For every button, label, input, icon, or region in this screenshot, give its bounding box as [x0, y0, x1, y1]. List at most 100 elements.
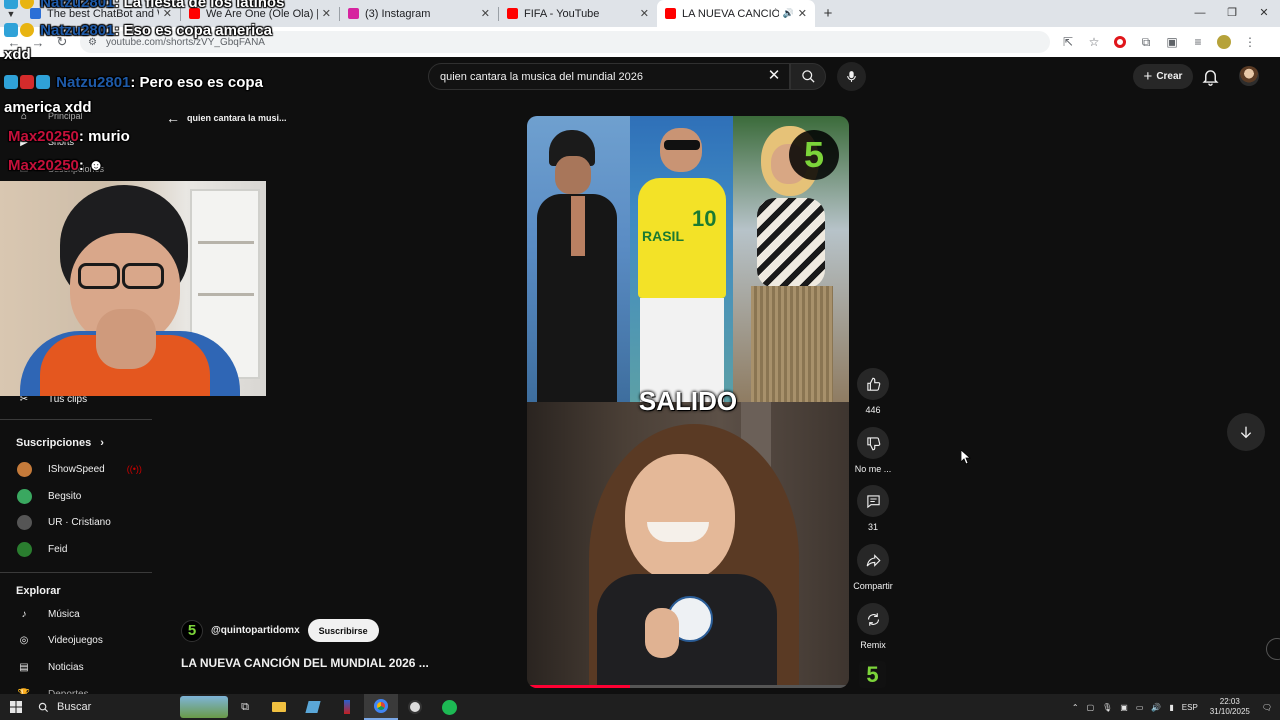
menu-kebab-icon[interactable]: ⋮: [1237, 35, 1263, 49]
channel-avatar: [16, 514, 32, 530]
chat-text: :: [78, 157, 84, 174]
sidebar-channel-feid[interactable]: Feid: [0, 536, 152, 562]
clock-time: 22:03: [1219, 697, 1240, 706]
tray-app-icon[interactable]: ▢: [1083, 703, 1099, 712]
chat-message: Natzu2801: Eso es copa america: [4, 22, 272, 39]
volume-icon[interactable]: 🔊: [1147, 703, 1165, 712]
window-controls: — ❐ ✕: [1184, 0, 1280, 27]
obs-studio-icon[interactable]: [398, 694, 432, 720]
channel-name: Feid: [48, 543, 68, 555]
chat-badge-icon: [36, 75, 50, 89]
network-icon[interactable]: ▭: [1132, 703, 1148, 712]
file-explorer-icon[interactable]: [262, 694, 296, 720]
chat-badge-icon: [20, 23, 34, 37]
task-view-icon[interactable]: ⧉: [228, 694, 262, 720]
performer-3-image: 5: [733, 116, 849, 402]
tab-close-icon[interactable]: ✕: [798, 7, 807, 20]
performer-1-image: [527, 116, 630, 404]
chat-text: : murio: [78, 128, 130, 145]
browser-tab-4[interactable]: FIFA - YouTube ✕: [499, 0, 657, 27]
sidebar-item-gaming[interactable]: ◎ Videojuegos: [0, 627, 152, 653]
cast-icon[interactable]: ▣: [1159, 35, 1185, 49]
channel-logo-thumb[interactable]: 5: [859, 661, 886, 688]
tab-close-icon[interactable]: ✕: [481, 7, 490, 20]
search-input[interactable]: quien cantara la musica del mundial 2026: [428, 63, 790, 90]
sidebar-divider: [0, 572, 152, 573]
back-arrow-icon: ←: [166, 110, 180, 126]
subscriptions-heading[interactable]: Suscripciones ›: [16, 437, 104, 449]
media-control-icon[interactable]: ≡: [1185, 35, 1211, 49]
side-panel-toggle[interactable]: [1266, 638, 1280, 660]
browser-tab-3[interactable]: (3) Instagram ✕: [340, 0, 498, 27]
comments-button[interactable]: 31: [852, 485, 894, 532]
app-icon[interactable]: [296, 694, 330, 720]
create-button[interactable]: + Crear: [1133, 64, 1193, 89]
spotify-icon[interactable]: [432, 694, 466, 720]
short-video-player[interactable]: RASIL 10 5 SALIDO: [527, 116, 849, 688]
subscribe-button[interactable]: Suscribirse: [307, 619, 379, 642]
chat-message-continued: xdd: [4, 46, 31, 63]
account-avatar[interactable]: [1239, 66, 1259, 86]
video-title[interactable]: LA NUEVA CANCIÓN DEL MUNDIAL 2026 ...: [181, 656, 429, 670]
channel-avatar: [16, 461, 32, 477]
camera-tray-icon[interactable]: ▣: [1116, 703, 1132, 712]
sidebar-item-music[interactable]: ♪ Música: [0, 601, 152, 627]
language-indicator[interactable]: ESP: [1178, 703, 1202, 712]
new-tab-button[interactable]: +: [815, 5, 841, 22]
taskbar-search-box[interactable]: Buscar: [32, 694, 228, 720]
minimize-icon[interactable]: —: [1184, 0, 1216, 27]
sidebar-channel-ur-cristiano[interactable]: UR · Cristiano: [0, 509, 152, 535]
battery-icon[interactable]: ▮: [1165, 703, 1177, 712]
emoji-icon: ☻: [88, 157, 104, 174]
video-progress-bar[interactable]: [527, 685, 849, 688]
sidebar-item-news[interactable]: ▤ Noticias: [0, 654, 152, 680]
streamer-webcam: [0, 181, 266, 396]
chrome-icon[interactable]: [364, 694, 398, 720]
notifications-bell-icon[interactable]: [1201, 67, 1220, 86]
sidebar-channel-begsito[interactable]: Begsito: [0, 483, 152, 509]
remix-label: Remix: [860, 640, 886, 650]
youtube-favicon: [507, 8, 518, 19]
search-icon: [38, 702, 49, 712]
dislike-button[interactable]: No me ...: [852, 427, 894, 474]
channel-avatar[interactable]: 5: [181, 619, 203, 642]
tab-close-icon[interactable]: ✕: [322, 7, 331, 20]
profile-avatar[interactable]: [1217, 35, 1231, 49]
remix-button[interactable]: Remix: [852, 603, 894, 650]
notification-center-icon[interactable]: 🗨: [1258, 703, 1280, 712]
explore-heading: Explorar: [16, 585, 61, 597]
thumbs-up-icon: [857, 368, 889, 400]
instagram-favicon: [348, 8, 359, 19]
video-progress-fill: [527, 685, 631, 688]
chat-username: Natzu2801: [56, 74, 131, 91]
restore-icon[interactable]: ❐: [1216, 0, 1248, 27]
back-to-search-button[interactable]: ← quien cantara la musi...: [166, 110, 287, 126]
clock-date: 31/10/2025: [1209, 707, 1250, 716]
voice-search-button[interactable]: [837, 62, 866, 91]
next-short-button[interactable]: [1227, 413, 1265, 451]
tab-audio-icon[interactable]: 🔊: [783, 8, 794, 19]
taskbar-clock[interactable]: 22:03 31/10/2025: [1202, 697, 1258, 717]
clear-search-icon[interactable]: ✕: [764, 66, 784, 86]
microphone-tray-icon[interactable]: 🎙: [1098, 703, 1116, 712]
sidebar-channel-ishowspeed[interactable]: IShowSpeed ((•)): [0, 456, 152, 482]
search-button[interactable]: [790, 63, 826, 90]
tab-close-icon[interactable]: ✕: [640, 7, 649, 20]
thumbs-down-icon: [857, 427, 889, 459]
microphone-icon: [847, 71, 856, 82]
close-window-icon[interactable]: ✕: [1248, 0, 1280, 27]
channel-avatar: [16, 488, 32, 504]
browser-tab-5-active[interactable]: LA NUEVA CANCIÓN DEL M 🔊 ✕: [657, 0, 815, 27]
bookmark-star-icon[interactable]: ☆: [1081, 35, 1107, 49]
install-app-icon[interactable]: ⇱: [1055, 35, 1081, 49]
game-launcher-icon[interactable]: [330, 694, 364, 720]
opera-extension-icon[interactable]: [1114, 36, 1126, 48]
extensions-puzzle-icon[interactable]: ⧉: [1133, 35, 1159, 50]
channel-name: Begsito: [48, 490, 82, 502]
quinto-partido-logo: 5: [789, 130, 839, 180]
channel-handle[interactable]: @quintopartidomx: [211, 625, 300, 636]
tray-chevron-icon[interactable]: ⌃: [1068, 703, 1083, 712]
like-button[interactable]: 446: [852, 368, 894, 415]
start-button[interactable]: [0, 701, 32, 713]
share-button[interactable]: Compartir: [852, 544, 894, 591]
